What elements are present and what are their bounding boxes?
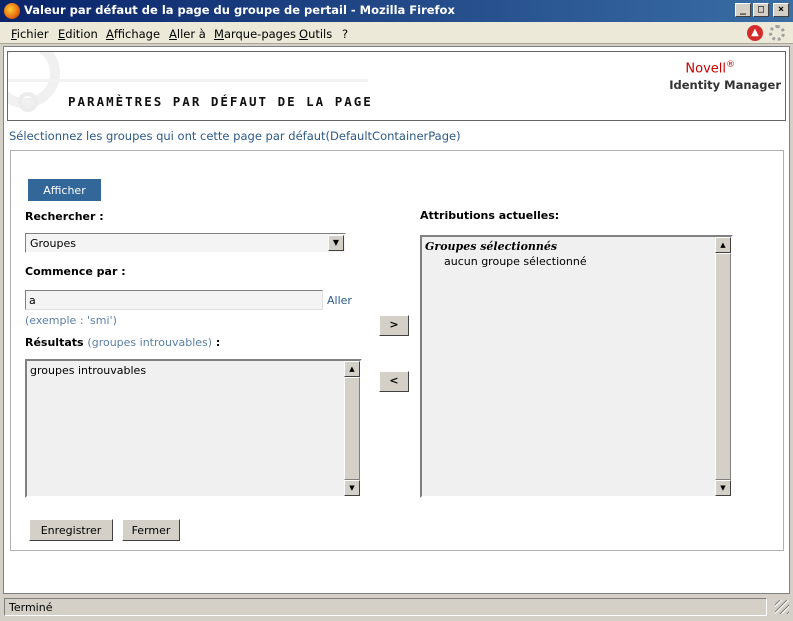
results-label-row: Résultats (groupes introuvables) : <box>25 336 220 349</box>
minimize-button[interactable]: _ <box>735 3 751 17</box>
scroll-up-icon[interactable]: ▲ <box>715 237 731 253</box>
starts-with-input[interactable] <box>25 290 323 310</box>
page-header: PARAMÈTRES PAR DÉFAUT DE LA PAGE Novell®… <box>7 51 786 121</box>
status-text: Terminé <box>4 598 767 616</box>
menu-aller-a[interactable]: Aller à <box>169 27 206 41</box>
show-button[interactable]: Afficher <box>28 179 101 201</box>
results-colon: : <box>215 336 221 349</box>
maximize-button[interactable]: □ <box>753 3 769 17</box>
starts-with-label: Commence par : <box>25 265 126 278</box>
header-stripe <box>8 79 368 82</box>
close-button[interactable]: Fermer <box>122 519 180 541</box>
instruction-text: Sélectionnez les groupes qui ont cette p… <box>9 129 461 143</box>
menu-affichage[interactable]: Affichage <box>106 27 160 41</box>
remove-from-assignments-button[interactable]: < <box>379 371 409 392</box>
page-title: PARAMÈTRES PAR DÉFAUT DE LA PAGE <box>68 94 373 109</box>
page-content: PARAMÈTRES PAR DÉFAUT DE LA PAGE Novell®… <box>3 46 790 594</box>
results-list: groupes introuvables <box>27 361 344 496</box>
window-title: Valeur par défaut de la page du groupe d… <box>24 3 455 17</box>
search-type-value: Groupes <box>30 237 76 250</box>
menu-marque-pages[interactable]: Marque-pages <box>214 27 296 41</box>
list-item[interactable]: groupes introuvables <box>30 364 341 377</box>
scroll-track[interactable] <box>344 377 360 480</box>
window-controls: _ □ × <box>735 3 789 17</box>
status-bar: Terminé <box>0 596 793 621</box>
assignments-listbox[interactable]: Groupes sélectionnés aucun groupe sélect… <box>420 235 733 498</box>
assignments-list: Groupes sélectionnés aucun groupe sélect… <box>422 237 715 496</box>
list-item[interactable]: aucun groupe sélectionné <box>425 255 712 268</box>
scroll-up-icon[interactable]: ▲ <box>344 361 360 377</box>
assignments-scrollbar[interactable]: ▲ ▼ <box>715 237 731 496</box>
resize-grip-icon[interactable] <box>775 600 789 614</box>
gear-small-decoration-icon <box>18 92 38 112</box>
search-label: Rechercher : <box>25 210 104 223</box>
results-label: Résultats <box>25 336 84 349</box>
chevron-down-icon[interactable]: ▼ <box>328 235 344 251</box>
assignments-label: Attributions actuelles: <box>420 209 560 222</box>
stop-icon[interactable]: ▲ <box>747 25 763 41</box>
search-type-select[interactable]: Groupes ▼ <box>25 233 346 253</box>
go-link[interactable]: Aller <box>327 294 352 307</box>
window-titlebar[interactable]: Valeur par défaut de la page du groupe d… <box>0 0 793 22</box>
firefox-icon[interactable] <box>4 3 20 19</box>
selection-panel: Afficher Rechercher : Groupes ▼ Commence… <box>10 150 784 551</box>
close-window-button[interactable]: × <box>773 3 789 17</box>
scroll-down-icon[interactable]: ▼ <box>715 480 731 496</box>
brand-name: Novell <box>685 61 726 77</box>
save-button[interactable]: Enregistrer <box>29 519 113 541</box>
menu-help[interactable]: ? <box>342 27 348 41</box>
menu-fichier[interactable]: Fichier <box>11 27 49 41</box>
scroll-track[interactable] <box>715 253 731 480</box>
menu-bar: Fichier Edition Affichage Aller à Marque… <box>0 22 793 44</box>
results-scrollbar[interactable]: ▲ ▼ <box>344 361 360 496</box>
add-to-assignments-button[interactable]: > <box>379 315 409 336</box>
results-listbox[interactable]: groupes introuvables ▲ ▼ <box>25 359 362 498</box>
scroll-down-icon[interactable]: ▼ <box>344 480 360 496</box>
menu-edition[interactable]: Edition <box>58 27 98 41</box>
brand-logo: Novell® <box>685 60 735 76</box>
throbber-icon <box>769 25 785 41</box>
brand-mark: ® <box>726 60 735 70</box>
product-name: Identity Manager <box>669 78 781 92</box>
example-hint: (exemple : 'smi') <box>25 314 117 327</box>
assignments-heading: Groupes sélectionnés <box>425 240 558 253</box>
menu-outils[interactable]: Outils <box>299 27 332 41</box>
results-note: (groupes introuvables) <box>87 336 213 349</box>
